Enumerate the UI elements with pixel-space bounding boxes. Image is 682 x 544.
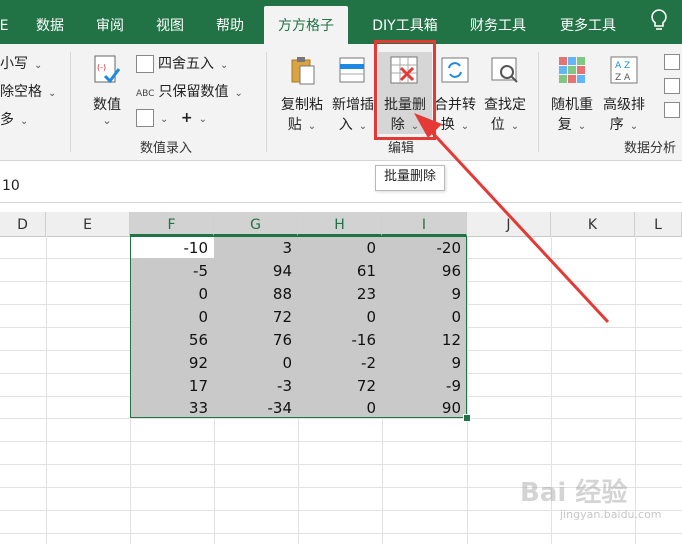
group-analysis-label: 数据分析 bbox=[624, 141, 677, 156]
find-icon bbox=[489, 54, 521, 86]
cell-h2[interactable]: 61 bbox=[298, 259, 382, 281]
cell-i3[interactable]: 9 bbox=[382, 282, 467, 304]
cell-f6[interactable]: 92 bbox=[130, 351, 214, 373]
watermark-logo: Bai 经验 bbox=[520, 478, 628, 508]
highlight-box bbox=[374, 40, 436, 140]
tab-diy-toolbox[interactable]: DIY工具箱 bbox=[360, 0, 450, 44]
cell-i1[interactable]: -20 bbox=[382, 236, 467, 258]
edit-icon[interactable] bbox=[136, 109, 154, 127]
analysis-extra-icon[interactable] bbox=[664, 54, 682, 124]
numeric-value-button[interactable]: (-) 数值 ⌄ bbox=[82, 52, 132, 134]
numeric-value-icon: (-) bbox=[91, 54, 123, 86]
cell-g7[interactable]: -3 bbox=[214, 374, 298, 396]
column-header-d[interactable]: D bbox=[0, 212, 46, 236]
more-button[interactable]: 多 ⌄ bbox=[0, 108, 28, 132]
keep-values-button[interactable]: ABC 只保留数值 ⌄ bbox=[136, 80, 243, 104]
formula-bar[interactable]: 10 bbox=[0, 172, 682, 203]
formula-value[interactable]: 10 bbox=[2, 178, 20, 194]
group-separator bbox=[70, 52, 71, 152]
cell-i6[interactable]: 9 bbox=[382, 351, 467, 373]
column-header-f[interactable]: F bbox=[130, 212, 214, 236]
round-button[interactable]: 四舍五入 ⌄ bbox=[136, 52, 228, 76]
cell-f3[interactable]: 0 bbox=[130, 282, 214, 304]
advanced-sort-button[interactable]: A ZZ A 高级排 序 ⌄ bbox=[598, 52, 650, 134]
cell-f2[interactable]: -5 bbox=[130, 259, 214, 281]
edit-tools-row[interactable]: ⌄ + ⌄ bbox=[136, 106, 207, 130]
group-separator bbox=[538, 52, 539, 152]
column-header-l[interactable]: L bbox=[635, 212, 682, 236]
column-header-i[interactable]: I bbox=[382, 212, 467, 236]
tooltip-batch-delete: 批量删除 bbox=[375, 165, 445, 191]
lowercase-button[interactable]: 小写 ⌄ bbox=[0, 52, 42, 76]
cell-f7[interactable]: 17 bbox=[130, 374, 214, 396]
cell-g4[interactable]: 72 bbox=[214, 305, 298, 327]
column-header-e[interactable]: E bbox=[46, 212, 130, 236]
group-separator bbox=[266, 52, 267, 152]
tab-help[interactable]: 帮助 bbox=[204, 0, 256, 44]
cell-i2[interactable]: 96 bbox=[382, 259, 467, 281]
insert-icon bbox=[337, 54, 369, 86]
merge-convert-button[interactable]: 合并转 换 ⌄ bbox=[430, 52, 480, 134]
cell-h6[interactable]: -2 bbox=[298, 351, 382, 373]
tab-view[interactable]: 视图 bbox=[144, 0, 196, 44]
cell-h4[interactable]: 0 bbox=[298, 305, 382, 327]
ribbon-tab-bar: E 数据 审阅 视图 帮助 方方格子 DIY工具箱 财务工具 更多工具 bbox=[0, 0, 682, 54]
cell-g2[interactable]: 94 bbox=[214, 259, 298, 281]
cell-h7[interactable]: 72 bbox=[298, 374, 382, 396]
column-header-h[interactable]: H bbox=[298, 212, 382, 236]
tab-data[interactable]: 数据 bbox=[24, 0, 76, 44]
svg-text:A Z: A Z bbox=[615, 61, 630, 71]
column-header-k[interactable]: K bbox=[551, 212, 635, 236]
cell-h8[interactable]: 0 bbox=[298, 396, 382, 418]
group-numeric-label: 数值录入 bbox=[140, 141, 193, 156]
column-headers: D E F G H I J K L bbox=[0, 212, 682, 237]
remove-spaces-button[interactable]: 除空格 ⌄ bbox=[0, 80, 56, 104]
cell-g5[interactable]: 76 bbox=[214, 328, 298, 350]
cell-g8[interactable]: -34 bbox=[214, 396, 298, 418]
lightbulb-icon[interactable] bbox=[644, 8, 674, 38]
cell-i5[interactable]: 12 bbox=[382, 328, 467, 350]
watermark-url: jingyan.baidu.com bbox=[560, 508, 662, 521]
copy-paste-button[interactable]: 复制粘 贴 ⌄ bbox=[276, 52, 328, 134]
cell-i7[interactable]: -9 bbox=[382, 374, 467, 396]
cell-i8[interactable]: 90 bbox=[382, 396, 467, 418]
cell-g3[interactable]: 88 bbox=[214, 282, 298, 304]
cell-f4[interactable]: 0 bbox=[130, 305, 214, 327]
clipboard-icon bbox=[286, 54, 318, 86]
tab-review[interactable]: 审阅 bbox=[84, 0, 136, 44]
cell-i4[interactable]: 0 bbox=[382, 305, 467, 327]
svg-text:Z A: Z A bbox=[615, 73, 631, 83]
cell-g1[interactable]: 3 bbox=[214, 236, 298, 258]
cell-h1[interactable]: 0 bbox=[298, 236, 382, 258]
svg-text:(-): (-) bbox=[97, 63, 106, 72]
random-repeat-icon bbox=[556, 54, 588, 86]
tab-finance-tools[interactable]: 财务工具 bbox=[458, 0, 538, 44]
find-locate-button[interactable]: 查找定 位 ⌄ bbox=[480, 52, 530, 134]
column-header-j[interactable]: J bbox=[467, 212, 551, 236]
cell-f1[interactable]: -10 bbox=[130, 236, 214, 258]
column-header-g[interactable]: G bbox=[214, 212, 298, 236]
sort-az-icon: A Z Z A bbox=[608, 54, 640, 86]
random-repeat-button[interactable]: 随机重 复 ⌄ bbox=[546, 52, 598, 134]
cell-f8[interactable]: 33 bbox=[130, 396, 214, 418]
cell-g6[interactable]: 0 bbox=[214, 351, 298, 373]
plus-icon[interactable]: + bbox=[181, 110, 193, 126]
round-icon bbox=[136, 55, 154, 73]
cell-h5[interactable]: -16 bbox=[298, 328, 382, 350]
insert-button[interactable]: 新增插 入 ⌄ bbox=[328, 52, 378, 134]
fill-handle[interactable] bbox=[463, 414, 471, 422]
cell-f5[interactable]: 56 bbox=[130, 328, 214, 350]
tab-partial[interactable]: E bbox=[0, 0, 14, 44]
tab-more-tools[interactable]: 更多工具 bbox=[548, 0, 628, 44]
cell-h3[interactable]: 23 bbox=[298, 282, 382, 304]
merge-convert-icon bbox=[439, 54, 471, 86]
